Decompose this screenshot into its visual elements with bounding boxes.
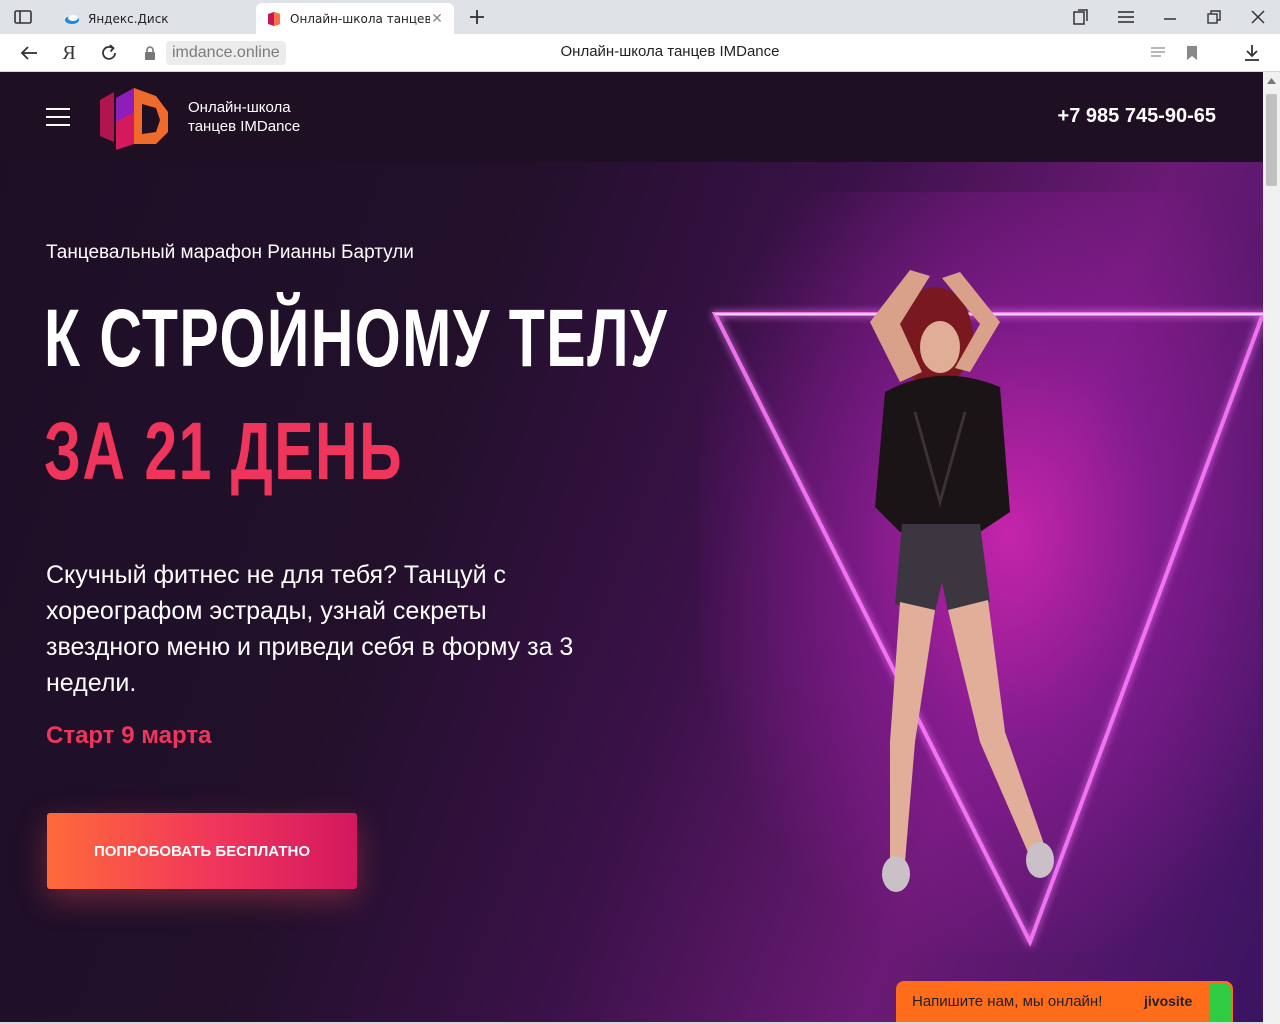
url-field[interactable]: imdance.online	[166, 41, 286, 65]
jivosite-logo: jivosite	[1144, 993, 1193, 1009]
browser-tabbar: Яндекс.Диск Онлайн-школа танцев IM ✕	[0, 0, 1280, 34]
hero-subtitle: Танцевальный марафон Рианны Бартули	[46, 242, 414, 263]
menu-icon[interactable]	[1111, 4, 1141, 30]
online-status-indicator	[1209, 983, 1231, 1021]
bookmark-icon[interactable]	[1182, 43, 1202, 63]
site-header: Онлайн-школа танцев IMDance +7 985 745-9…	[0, 72, 1263, 162]
address-bar: Я imdance.online Онлайн-школа танцев IMD…	[0, 34, 1280, 72]
page-content: Онлайн-школа танцев IMDance +7 985 745-9…	[0, 72, 1263, 1024]
imdance-logo[interactable]	[96, 82, 172, 152]
page-scrollbar[interactable]	[1263, 72, 1280, 1024]
close-window-icon[interactable]	[1243, 4, 1273, 30]
close-tab-icon[interactable]: ✕	[430, 12, 444, 26]
school-name[interactable]: Онлайн-школа танцев IMDance	[188, 98, 338, 136]
chat-widget[interactable]: Напишите нам, мы онлайн! jivosite	[896, 981, 1233, 1024]
tab-yandex-disk[interactable]: Яндекс.Диск	[54, 3, 254, 34]
hamburger-menu-icon[interactable]	[46, 108, 70, 126]
sidebar-toggle-icon[interactable]	[10, 6, 36, 28]
tab-imdance[interactable]: Онлайн-школа танцев IM ✕	[256, 3, 454, 34]
yandex-home-button[interactable]: Я	[56, 41, 82, 65]
imdance-favicon-icon	[266, 11, 282, 27]
try-free-button[interactable]: ПОПРОБОВАТЬ БЕСПЛАТНО	[47, 813, 357, 889]
dancer-photo	[870, 270, 1054, 892]
hero-headline-line2: ЗА 21 ДЕНЬ	[44, 406, 404, 497]
hero-description: Скучный фитнес не для тебя? Танцуй с хор…	[46, 561, 574, 697]
new-tab-icon[interactable]	[464, 5, 490, 29]
scroll-up-arrow-icon[interactable]	[1263, 72, 1280, 89]
tab-title: Онлайн-школа танцев IM	[290, 11, 430, 26]
back-arrow-icon[interactable]	[16, 41, 42, 65]
collections-icon[interactable]	[1066, 4, 1096, 30]
chat-prompt[interactable]: Напишите нам, мы онлайн!	[912, 993, 1102, 1010]
scrollbar-thumb[interactable]	[1266, 94, 1277, 186]
reload-icon[interactable]	[96, 41, 122, 65]
tab-title: Яндекс.Диск	[88, 11, 169, 26]
reader-mode-icon[interactable]	[1148, 43, 1168, 63]
phone-number-link[interactable]: +7 985 745-90-65	[1058, 105, 1216, 128]
restore-icon[interactable]	[1199, 4, 1229, 30]
yandex-disk-favicon-icon	[64, 11, 80, 27]
minimize-icon[interactable]	[1155, 4, 1185, 30]
hero-headline-line1: К СТРОЙНОМУ ТЕЛУ	[44, 293, 669, 384]
download-icon[interactable]	[1242, 43, 1262, 63]
start-date: Старт 9 марта	[46, 722, 212, 749]
address-page-title[interactable]: Онлайн-школа танцев IMDance	[420, 43, 920, 60]
lock-icon[interactable]	[140, 44, 160, 62]
